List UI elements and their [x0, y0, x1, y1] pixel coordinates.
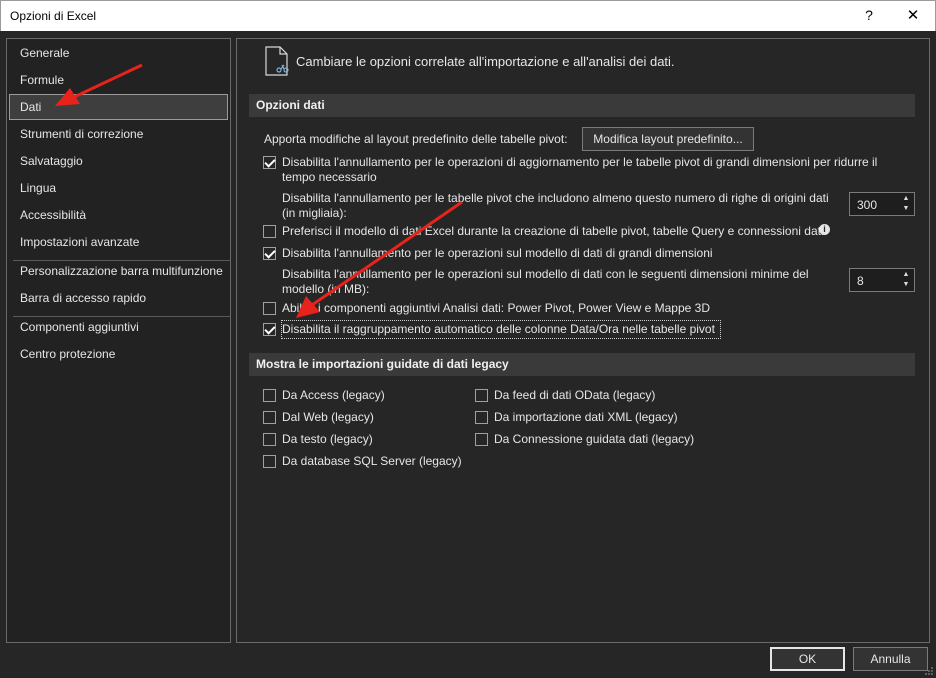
rows-threshold-value[interactable]: 300 — [857, 198, 877, 212]
sidebar: Generale Formule Dati Strumenti di corre… — [6, 38, 231, 643]
spinner-arrows-icon[interactable]: ▲ ▼ — [901, 194, 911, 214]
pivot-layout-label: Apporta modifiche al layout predefinito … — [264, 132, 568, 146]
legacy-odata-label: Da feed di dati OData (legacy) — [494, 388, 656, 402]
edit-default-layout-button[interactable]: Modifica layout predefinito... — [582, 127, 754, 151]
sidebar-item-generale[interactable]: Generale — [9, 40, 228, 66]
model-size-value[interactable]: 8 — [857, 274, 864, 288]
sidebar-item-impostazioni-avanzate[interactable]: Impostazioni avanzate — [9, 229, 228, 255]
disable-undo-pivot-checkbox[interactable] — [263, 156, 276, 169]
disable-grouping-label: Disabilita il raggruppamento automatico … — [282, 322, 715, 336]
rows-threshold-label-line2: (in migliaia): — [282, 206, 347, 220]
resize-grip-icon[interactable] — [924, 666, 934, 676]
legacy-web-label: Dal Web (legacy) — [282, 410, 374, 424]
legacy-connection-wizard-checkbox[interactable] — [475, 433, 488, 446]
legacy-text-checkbox[interactable] — [263, 433, 276, 446]
sidebar-item-dati[interactable]: Dati — [9, 94, 228, 120]
legacy-odata-checkbox[interactable] — [475, 389, 488, 402]
model-size-label-line2: modello (in MB): — [282, 282, 370, 296]
disable-undo-pivot-label-line2: tempo necessario — [282, 170, 377, 184]
disable-undo-model-checkbox[interactable] — [263, 247, 276, 260]
rows-threshold-spinner[interactable]: 300 ▲ ▼ — [849, 192, 915, 216]
legacy-connection-wizard-label: Da Connessione guidata dati (legacy) — [494, 432, 695, 446]
sidebar-item-centro-protezione[interactable]: Centro protezione — [9, 341, 228, 367]
legacy-access-checkbox[interactable] — [263, 389, 276, 402]
sidebar-item-personalizzazione-barra[interactable]: Personalizzazione barra multifunzione — [9, 258, 228, 284]
legacy-text-label: Da testo (legacy) — [282, 432, 373, 446]
legacy-access-label: Da Access (legacy) — [282, 388, 385, 402]
sidebar-item-strumenti-correzione[interactable]: Strumenti di correzione — [9, 121, 228, 147]
disable-undo-pivot-label: Disabilita l'annullamento per le operazi… — [282, 155, 878, 169]
enable-addins-checkbox[interactable] — [263, 302, 276, 315]
legacy-xml-checkbox[interactable] — [475, 411, 488, 424]
section-header-legacy: Mostra le importazioni guidate di dati l… — [249, 353, 915, 376]
model-size-spinner[interactable]: 8 ▲ ▼ — [849, 268, 915, 292]
sidebar-item-formule[interactable]: Formule — [9, 67, 228, 93]
model-size-label: Disabilita l'annullamento per le operazi… — [282, 267, 809, 281]
section-header-data-options: Opzioni dati — [249, 94, 915, 117]
info-icon: i — [819, 224, 830, 235]
sidebar-item-salvataggio[interactable]: Salvataggio — [9, 148, 228, 174]
help-button[interactable]: ? — [859, 7, 879, 23]
data-document-icon — [265, 46, 289, 76]
legacy-sql-server-label: Da database SQL Server (legacy) — [282, 454, 462, 468]
enable-addins-label: Abilita i componenti aggiuntivi Analisi … — [282, 301, 711, 315]
sidebar-item-barra-accesso-rapido[interactable]: Barra di accesso rapido — [9, 285, 228, 311]
rows-threshold-label: Disabilita l'annullamento per le tabelle… — [282, 191, 829, 205]
legacy-web-checkbox[interactable] — [263, 411, 276, 424]
prefer-data-model-checkbox[interactable] — [263, 225, 276, 238]
sidebar-item-accessibilita[interactable]: Accessibilità — [9, 202, 228, 228]
legacy-sql-server-checkbox[interactable] — [263, 455, 276, 468]
close-button[interactable]: ✕ — [903, 6, 923, 24]
spinner-arrows-icon[interactable]: ▲ ▼ — [901, 270, 911, 290]
disable-undo-model-label: Disabilita l'annullamento per le operazi… — [282, 246, 713, 260]
sidebar-item-componenti-aggiuntivi[interactable]: Componenti aggiuntivi — [9, 314, 228, 340]
legacy-xml-label: Da importazione dati XML (legacy) — [494, 410, 678, 424]
window-title: Opzioni di Excel — [10, 9, 97, 23]
prefer-data-model-label: Preferisci il modello di dati Excel dura… — [282, 224, 824, 238]
cancel-button[interactable]: Annulla — [853, 647, 928, 671]
ok-button[interactable]: OK — [770, 647, 845, 671]
disable-grouping-checkbox[interactable] — [263, 323, 276, 336]
sidebar-item-lingua[interactable]: Lingua — [9, 175, 228, 201]
title-bar: Opzioni di Excel ? ✕ — [0, 0, 936, 31]
page-description: Cambiare le opzioni correlate all'import… — [296, 54, 675, 69]
